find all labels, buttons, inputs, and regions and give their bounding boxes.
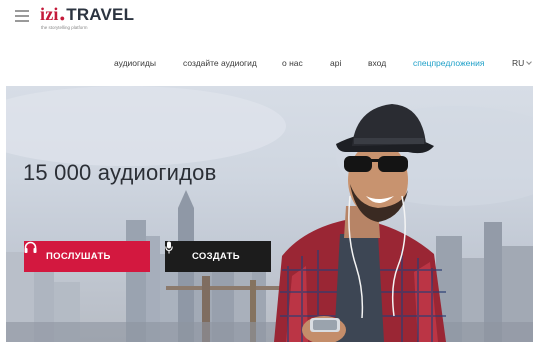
site-header: izi●TRAVEL the storytelling platform ауд…	[0, 0, 533, 78]
logo[interactable]: izi●TRAVEL the storytelling platform	[40, 5, 134, 30]
hamburger-menu-icon[interactable]	[15, 10, 29, 22]
hero-banner: 15 000 аудиогидов ПОСЛУШАТЬ СОЗДАТЬ	[6, 86, 533, 342]
hero-title: 15 000 аудиогидов	[23, 160, 217, 185]
nav-item-api[interactable]: api	[330, 58, 341, 68]
create-button-label: СОЗДАТЬ	[192, 251, 240, 262]
listen-button-label: ПОСЛУШАТЬ	[46, 251, 111, 262]
chevron-down-icon	[526, 59, 533, 65]
logo-travel: TRAVEL	[66, 5, 135, 24]
create-button[interactable]: СОЗДАТЬ	[165, 241, 271, 272]
logo-tagline: the storytelling platform	[41, 25, 88, 30]
language-label: RU	[512, 58, 525, 68]
logo-wordmark: izi●TRAVEL	[40, 5, 134, 26]
hero-photo	[6, 86, 533, 342]
nav-item-login[interactable]: вход	[368, 58, 386, 68]
listen-button[interactable]: ПОСЛУШАТЬ	[24, 241, 150, 272]
language-selector[interactable]: RU	[512, 58, 533, 68]
nav-item-about[interactable]: о нас	[282, 58, 303, 68]
logo-izi: izi	[40, 4, 59, 24]
nav-item-audioguides[interactable]: аудиогиды	[114, 58, 156, 68]
nav-item-create-audioguide[interactable]: создайте аудиогид	[183, 58, 257, 68]
nav-item-special-offers[interactable]: спецпредложения	[413, 58, 484, 68]
